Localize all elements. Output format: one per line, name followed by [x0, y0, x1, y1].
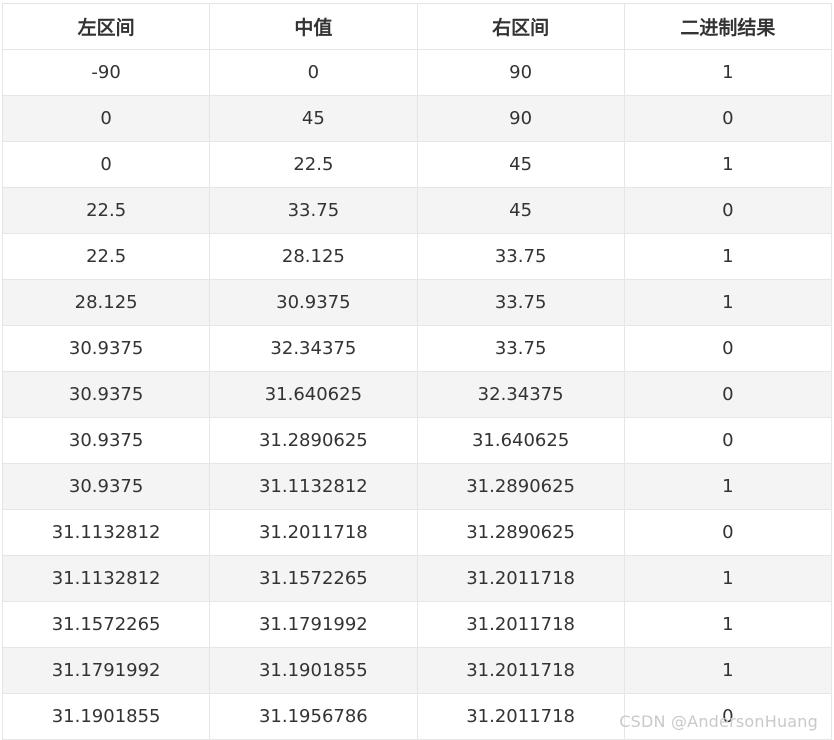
header-binary-result: 二进制结果	[623, 3, 833, 50]
cell-left: 31.1791992	[1, 647, 211, 694]
cell-left: 22.5	[1, 233, 211, 280]
cell-right: 33.75	[416, 279, 625, 326]
cell-left: 30.9375	[1, 417, 211, 464]
header-right-interval: 右区间	[416, 3, 625, 50]
cell-result: 1	[623, 49, 833, 96]
cell-result: 0	[623, 325, 833, 372]
table-row: 31.1572265 31.1791992 31.2011718 1	[1, 601, 833, 648]
table-row: 30.9375 31.640625 32.34375 0	[1, 371, 833, 418]
cell-left: 31.1901855	[1, 693, 211, 740]
table-row: 30.9375 32.34375 33.75 0	[1, 325, 833, 372]
cell-right: 45	[416, 141, 625, 188]
table-row: 30.9375 31.2890625 31.640625 0	[1, 417, 833, 464]
table-row: -90 0 90 1	[1, 49, 833, 96]
bisection-table: 左区间 中值 右区间 二进制结果 -90 0 90 1 0 45 90 0 0 …	[1, 3, 833, 740]
cell-result: 0	[623, 371, 833, 418]
cell-mid: 28.125	[209, 233, 418, 280]
cell-result: 1	[623, 463, 833, 510]
table-row: 28.125 30.9375 33.75 1	[1, 279, 833, 326]
cell-mid: 30.9375	[209, 279, 418, 326]
cell-mid: 31.2011718	[209, 509, 418, 556]
cell-right: 90	[416, 49, 625, 96]
cell-right: 31.2011718	[416, 693, 625, 740]
cell-left: 30.9375	[1, 371, 211, 418]
cell-left: 31.1132812	[1, 555, 211, 602]
table-row: 22.5 33.75 45 0	[1, 187, 833, 234]
cell-mid: 22.5	[209, 141, 418, 188]
cell-left: 31.1572265	[1, 601, 211, 648]
cell-left: 22.5	[1, 187, 211, 234]
cell-result: 0	[623, 417, 833, 464]
cell-mid: 31.640625	[209, 371, 418, 418]
cell-result: 0	[623, 693, 833, 740]
cell-right: 31.2011718	[416, 601, 625, 648]
cell-mid: 33.75	[209, 187, 418, 234]
cell-mid: 31.1572265	[209, 555, 418, 602]
table-row: 31.1132812 31.2011718 31.2890625 0	[1, 509, 833, 556]
cell-right: 33.75	[416, 325, 625, 372]
header-left-interval: 左区间	[1, 3, 211, 50]
cell-left: 0	[1, 95, 211, 142]
cell-right: 31.2011718	[416, 555, 625, 602]
cell-right: 90	[416, 95, 625, 142]
cell-result: 1	[623, 555, 833, 602]
cell-result: 0	[623, 509, 833, 556]
cell-left: 28.125	[1, 279, 211, 326]
table-row: 0 45 90 0	[1, 95, 833, 142]
cell-left: -90	[1, 49, 211, 96]
cell-left: 31.1132812	[1, 509, 211, 556]
cell-mid: 31.1956786	[209, 693, 418, 740]
cell-right: 31.640625	[416, 417, 625, 464]
table-row: 0 22.5 45 1	[1, 141, 833, 188]
table-row: 31.1791992 31.1901855 31.2011718 1	[1, 647, 833, 694]
cell-mid: 32.34375	[209, 325, 418, 372]
cell-mid: 31.1132812	[209, 463, 418, 510]
cell-mid: 0	[209, 49, 418, 96]
cell-right: 33.75	[416, 233, 625, 280]
cell-result: 0	[623, 187, 833, 234]
cell-left: 30.9375	[1, 325, 211, 372]
table-row: 22.5 28.125 33.75 1	[1, 233, 833, 280]
cell-left: 30.9375	[1, 463, 211, 510]
header-mid-value: 中值	[209, 3, 418, 50]
cell-result: 1	[623, 141, 833, 188]
cell-right: 32.34375	[416, 371, 625, 418]
table-row: 30.9375 31.1132812 31.2890625 1	[1, 463, 833, 510]
table-row: 31.1132812 31.1572265 31.2011718 1	[1, 555, 833, 602]
table-row: 31.1901855 31.1956786 31.2011718 0	[1, 693, 833, 740]
header-row: 左区间 中值 右区间 二进制结果	[1, 3, 833, 50]
cell-right: 31.2890625	[416, 463, 625, 510]
cell-result: 1	[623, 647, 833, 694]
cell-result: 1	[623, 279, 833, 326]
cell-result: 1	[623, 233, 833, 280]
cell-mid: 45	[209, 95, 418, 142]
cell-mid: 31.1901855	[209, 647, 418, 694]
cell-mid: 31.1791992	[209, 601, 418, 648]
cell-right: 31.2011718	[416, 647, 625, 694]
cell-result: 0	[623, 95, 833, 142]
cell-mid: 31.2890625	[209, 417, 418, 464]
cell-right: 31.2890625	[416, 509, 625, 556]
cell-result: 1	[623, 601, 833, 648]
cell-right: 45	[416, 187, 625, 234]
cell-left: 0	[1, 141, 211, 188]
